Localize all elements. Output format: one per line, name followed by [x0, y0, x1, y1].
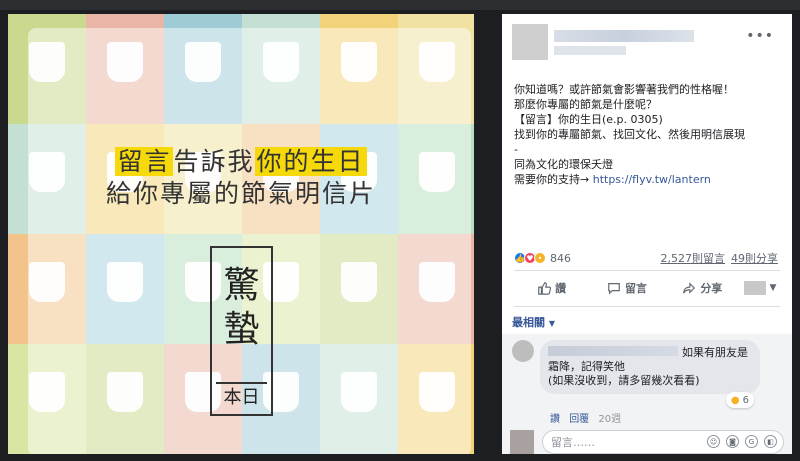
comment-input-placeholder: 留言……	[551, 436, 595, 449]
wow-reaction-icon: •	[534, 252, 546, 264]
comment-like-link[interactable]: 讚	[550, 414, 560, 425]
share-button[interactable]: 分享	[665, 274, 740, 302]
support-text: 需要你的支持→	[514, 173, 593, 186]
post-line-3: 【留言】你的生日(e.p. 0305)	[514, 113, 663, 126]
comment-label: 留言	[624, 282, 647, 295]
share-as-avatar	[743, 281, 766, 295]
action-bar: 讚 留言 分享 ▼	[514, 274, 780, 302]
post-timestamp-blurred	[554, 46, 626, 55]
solar-term-stamp: 驚蟄 本日	[210, 246, 273, 416]
post-line-2: 那麼你專屬的節氣是什麼呢？	[514, 98, 657, 111]
commenter-avatar[interactable]	[512, 340, 534, 362]
headline-line-1: 留言告訴我你的生日	[8, 142, 474, 178]
engagement-counts: 2,527則留言 49則分享	[655, 250, 779, 266]
post-line-1: 你知道嗎？或許節氣會影響著我們的性格喔！	[514, 83, 734, 96]
post-image[interactable]: 留言告訴我你的生日 給你專屬的節氣明信片 驚蟄 本日	[8, 14, 474, 454]
stamp-today-label: 本日	[216, 382, 267, 410]
post-text: 你知道嗎？或許節氣會影響著我們的性格喔！ 那麼你專屬的節氣是什麼呢？ 【留言】你…	[514, 82, 784, 187]
comment-input[interactable]: 留言…… ☺ ◙ G ◧	[542, 430, 784, 454]
page-name-blurred[interactable]	[554, 30, 694, 42]
camera-icon[interactable]: ◙	[726, 435, 739, 448]
page-avatar[interactable]	[512, 24, 548, 60]
comment-meta: 讚 回覆 20週	[550, 410, 627, 425]
reaction-count: 846	[550, 251, 571, 265]
comment-text-2: 霜降，記得笑他	[548, 360, 625, 373]
shares-count-link[interactable]: 49則分享	[731, 252, 778, 265]
like-label: 讚	[555, 282, 567, 295]
comment-text-3: (如果沒收到，請多留幾次看看)	[548, 374, 700, 387]
top-browser-strip	[0, 0, 800, 10]
more-options-icon[interactable]: •••	[746, 28, 774, 44]
comment-text-1: 如果有朋友是	[682, 346, 748, 359]
reaction-summary[interactable]: 👍 ♥ • 846	[514, 250, 571, 266]
sticker-icon[interactable]: ◧	[764, 435, 777, 448]
headline-line-2: 給你專屬的節氣明信片	[105, 179, 376, 208]
like-button[interactable]: 讚	[514, 274, 589, 302]
comment-icon	[608, 283, 620, 295]
input-icons: ☺ ◙ G ◧	[707, 435, 777, 448]
post-line-5: -	[514, 143, 518, 156]
comment-bubble: 如果有朋友是 霜降，記得笑他 (如果沒收到，請多留幾次看看)	[540, 340, 760, 394]
post-line-6: 同為文化的環保夭燈	[514, 158, 613, 171]
comment-reaction-count: 6	[742, 394, 749, 406]
stamp-char-0: 驚	[223, 265, 260, 306]
highlight-leave-comment: 留言	[115, 147, 174, 176]
post-line-4: 找到你的專屬節氣、找回文化、然後用明信展現	[514, 128, 745, 141]
chevron-down-icon: ▼	[769, 283, 777, 293]
commenter-name-blurred[interactable]	[548, 346, 678, 356]
haha-reaction-icon: ●	[730, 394, 740, 406]
comment-reaction-badge[interactable]: ● 6	[725, 392, 754, 408]
stamp-char-1: 蟄	[223, 309, 260, 350]
divider-top	[514, 270, 780, 271]
sort-chevron-icon: ▼	[548, 319, 555, 328]
comments-count-link[interactable]: 2,527則留言	[661, 252, 726, 265]
post-line-7: 需要你的支持→ https://flyv.tw/lantern	[514, 172, 784, 187]
share-arrow-icon	[683, 282, 696, 294]
current-user-avatar	[510, 430, 534, 454]
smiley-icon[interactable]: ☺	[707, 435, 720, 448]
share-label: 分享	[700, 282, 723, 295]
headline-tell-me: 告訴我	[173, 147, 255, 176]
share-as-selector[interactable]: ▼	[740, 274, 780, 302]
comments-section: 如果有朋友是 霜降，記得笑他 (如果沒收到，請多留幾次看看) ● 6 讚 回覆 …	[502, 334, 792, 454]
stamp-term-name: 驚蟄	[212, 264, 271, 352]
divider-bottom	[514, 306, 780, 307]
post-sidebar: ••• 你知道嗎？或許節氣會影響著我們的性格喔！ 那麼你專屬的節氣是什麼呢？ 【…	[502, 14, 792, 454]
comment-button[interactable]: 留言	[589, 274, 664, 302]
comment-time: 20週	[598, 414, 622, 425]
comment-reply-link[interactable]: 回覆	[569, 414, 589, 425]
sort-label: 最相關	[512, 316, 545, 329]
gif-icon[interactable]: G	[745, 435, 758, 448]
comment-sort-dropdown[interactable]: 最相關 ▼	[512, 314, 555, 330]
lantern-link[interactable]: https://flyv.tw/lantern	[593, 173, 711, 186]
highlight-your-birthday: 你的生日	[254, 147, 367, 176]
thumbs-up-icon	[538, 282, 552, 295]
